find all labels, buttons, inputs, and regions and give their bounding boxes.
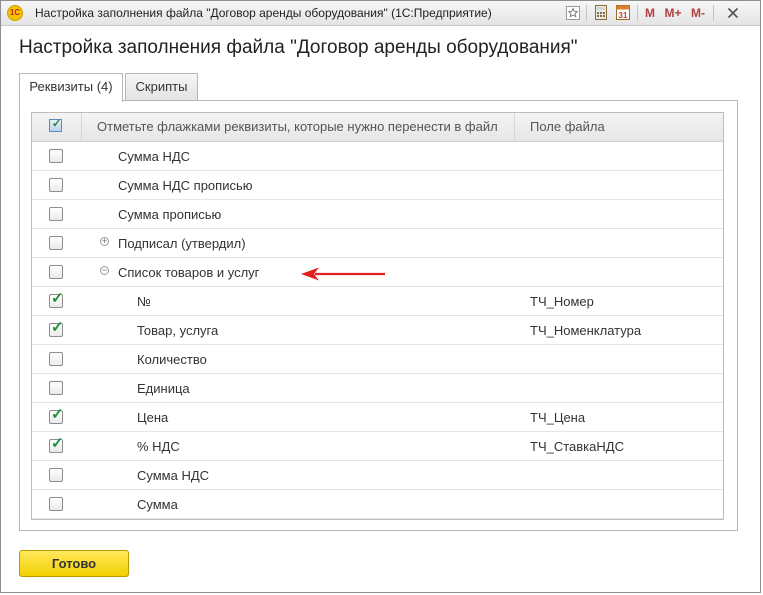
table-row[interactable]: ✓ Сумма НДС xyxy=(32,461,723,490)
row-requisite-name: Сумма прописью xyxy=(118,207,222,222)
table-row[interactable]: ✓ № ТЧ_Номер xyxy=(32,287,723,316)
table-row[interactable]: ✓ Товар, услуга ТЧ_Номенклатура xyxy=(32,316,723,345)
row-requisite-name: Количество xyxy=(137,352,207,367)
title-bar: 1С Настройка заполнения файла "Договор а… xyxy=(1,1,760,26)
done-button[interactable]: Готово xyxy=(19,550,129,577)
row-checkbox[interactable]: ✓ xyxy=(49,381,63,395)
column-header-file-field[interactable]: Поле файла xyxy=(530,113,605,141)
row-requisite-name: % НДС xyxy=(137,439,180,454)
tab-scripts[interactable]: Скрипты xyxy=(125,73,198,100)
row-requisite-name: Сумма НДС xyxy=(137,468,210,483)
memory-plus-button[interactable]: M+ xyxy=(662,4,684,22)
row-checkbox[interactable]: ✓ xyxy=(49,236,63,250)
tab-panel: ✓ Отметьте флажками реквизиты, которые н… xyxy=(19,100,738,531)
row-file-field[interactable]: ТЧ_Цена xyxy=(530,403,585,432)
row-requisite-name: Единица xyxy=(137,381,190,396)
calendar-day: 31 xyxy=(619,11,628,20)
row-requisite-name: Список товаров и услуг xyxy=(118,265,260,280)
check-mark-icon: ✓ xyxy=(51,435,64,452)
page-title: Настройка заполнения файла "Договор арен… xyxy=(19,37,578,58)
row-requisite-name: № xyxy=(137,294,151,309)
tab-requisites[interactable]: Реквизиты (4) xyxy=(19,73,123,102)
row-requisite-name: Сумма xyxy=(137,497,178,512)
annotation-arrow xyxy=(301,267,385,281)
row-file-field[interactable]: ТЧ_Номер xyxy=(530,287,594,316)
row-checkbox[interactable]: ✓ xyxy=(49,149,63,163)
row-requisite-name: Товар, услуга xyxy=(137,323,219,338)
table-row[interactable]: ✓ Цена ТЧ_Цена xyxy=(32,403,723,432)
row-checkbox[interactable]: ✓ xyxy=(49,290,64,308)
row-file-field[interactable]: ТЧ_Номенклатура xyxy=(530,316,641,345)
row-checkbox[interactable]: ✓ xyxy=(49,207,63,221)
expand-icon[interactable]: + xyxy=(100,237,109,246)
collapse-icon[interactable]: − xyxy=(100,266,109,275)
row-checkbox[interactable]: ✓ xyxy=(49,265,63,279)
table-row[interactable]: ✓ Сумма НДС прописью xyxy=(32,171,723,200)
favorite-star-icon[interactable] xyxy=(564,4,582,22)
row-file-field[interactable]: ТЧ_СтавкаНДС xyxy=(530,432,624,461)
check-mark-icon: ✓ xyxy=(51,319,64,336)
row-checkbox[interactable]: ✓ xyxy=(49,468,63,482)
memory-minus-button[interactable]: M- xyxy=(687,4,709,22)
table-row[interactable]: ✓ + Подписал (утвердил) xyxy=(32,229,723,258)
row-checkbox[interactable]: ✓ xyxy=(49,406,64,424)
table-row[interactable]: ✓ Количество xyxy=(32,345,723,374)
table-row[interactable]: ✓ % НДС ТЧ_СтавкаНДС xyxy=(32,432,723,461)
row-checkbox[interactable]: ✓ xyxy=(49,497,63,511)
row-checkbox[interactable]: ✓ xyxy=(49,319,64,337)
table-row[interactable]: ✓ Сумма НДС xyxy=(32,142,723,171)
check-all-icon[interactable]: ✓ xyxy=(46,118,62,136)
row-requisite-name: Сумма НДС прописью xyxy=(118,178,253,193)
row-requisite-name: Цена xyxy=(137,410,169,425)
column-header-requisite[interactable]: Отметьте флажками реквизиты, которые нуж… xyxy=(97,113,498,141)
row-checkbox[interactable]: ✓ xyxy=(49,352,63,366)
row-checkbox[interactable]: ✓ xyxy=(49,435,64,453)
memory-button[interactable]: M xyxy=(641,4,659,22)
calculator-icon[interactable] xyxy=(593,4,609,22)
close-icon[interactable] xyxy=(722,4,744,22)
table-header: ✓ Отметьте флажками реквизиты, которые н… xyxy=(32,113,723,142)
row-requisite-name: Сумма НДС xyxy=(118,149,191,164)
window-title: Настройка заполнения файла "Договор арен… xyxy=(35,6,492,20)
requisites-table: ✓ Отметьте флажками реквизиты, которые н… xyxy=(31,112,724,520)
calendar-icon[interactable]: 31 xyxy=(615,4,631,22)
check-mark-icon: ✓ xyxy=(51,406,64,423)
row-requisite-name: Подписал (утвердил) xyxy=(118,236,246,251)
check-mark-icon: ✓ xyxy=(51,290,64,307)
row-checkbox[interactable]: ✓ xyxy=(49,178,63,192)
table-row[interactable]: ✓ Сумма прописью xyxy=(32,200,723,229)
table-row[interactable]: ✓ Сумма xyxy=(32,490,723,519)
app-logo-icon: 1С xyxy=(7,5,23,21)
table-row[interactable]: ✓ Единица xyxy=(32,374,723,403)
dialog-window: 1С Настройка заполнения файла "Договор а… xyxy=(0,0,761,593)
